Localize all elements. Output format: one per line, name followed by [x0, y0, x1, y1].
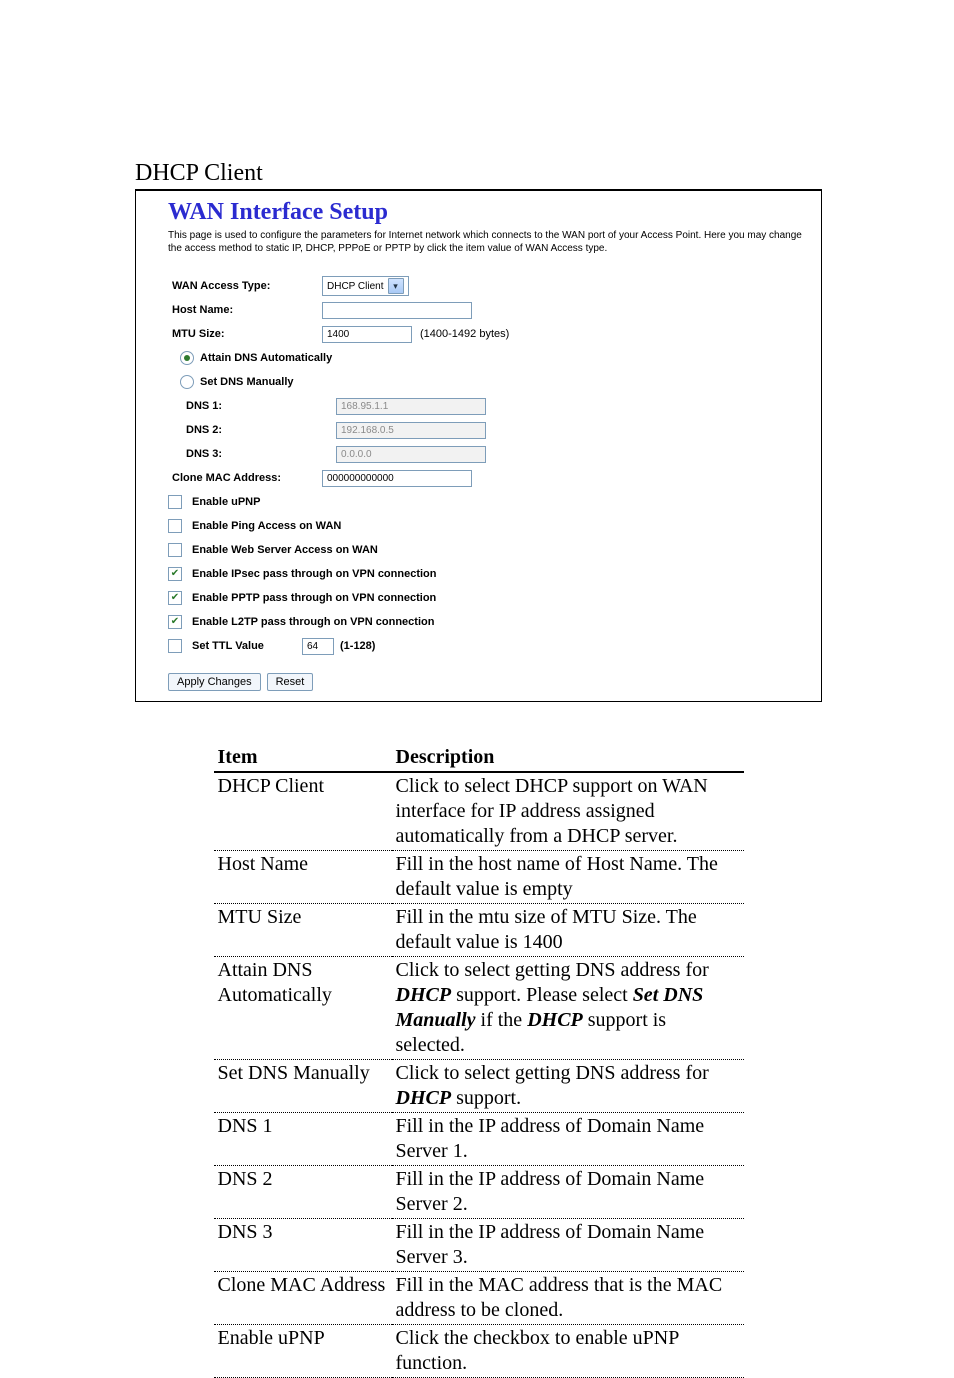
dns2-input[interactable] [336, 422, 486, 439]
row-enable-upnp: Enable uPNP [168, 491, 807, 513]
desc-cell: Fill in the MAC address that is the MAC … [392, 1272, 744, 1325]
section-title: DHCP Client [135, 160, 822, 187]
desc-cell: Click to select getting DNS address for … [392, 1060, 744, 1113]
label-host-name: Host Name: [168, 304, 322, 316]
label-enable-web: Enable Web Server Access on WAN [192, 544, 378, 556]
mtu-size-input[interactable] [322, 326, 412, 343]
item-cell: DHCP Client [214, 772, 392, 851]
desc-cell: Click to select DHCP support on WAN inte… [392, 772, 744, 851]
row-mtu-size: MTU Size: (1400-1492 bytes) [168, 323, 807, 345]
row-set-dns: Set DNS Manually [168, 371, 807, 393]
enable-upnp-checkbox[interactable] [168, 495, 182, 509]
label-dns3: DNS 3: [168, 448, 336, 460]
row-host-name: Host Name: [168, 299, 807, 321]
wan-access-type-value: DHCP Client [327, 281, 384, 292]
label-enable-l2tp: Enable L2TP pass through on VPN connecti… [192, 616, 434, 628]
row-dns1: DNS 1: [168, 395, 807, 417]
label-enable-upnp: Enable uPNP [192, 496, 260, 508]
table-row: DNS 1Fill in the IP address of Domain Na… [214, 1113, 744, 1166]
wan-access-type-select[interactable]: DHCP Client ▾ [322, 276, 409, 296]
desc-cell: Fill in the IP address of Domain Name Se… [392, 1166, 744, 1219]
panel-title: WAN Interface Setup [168, 199, 807, 226]
attain-dns-radio[interactable] [180, 351, 194, 365]
label-dns2: DNS 2: [168, 424, 336, 436]
row-enable-web: Enable Web Server Access on WAN [168, 539, 807, 561]
row-enable-pptp: ✔ Enable PPTP pass through on VPN connec… [168, 587, 807, 609]
item-cell: Set DNS Manually [214, 1060, 392, 1113]
desc-cell: Fill in the mtu size of MTU Size. The de… [392, 904, 744, 957]
row-set-ttl: Set TTL Value (1-128) [168, 635, 807, 657]
row-enable-l2tp: ✔ Enable L2TP pass through on VPN connec… [168, 611, 807, 633]
item-cell: DNS 1 [214, 1113, 392, 1166]
row-dns3: DNS 3: [168, 443, 807, 465]
row-wan-access-type: WAN Access Type: DHCP Client ▾ [168, 275, 807, 297]
apply-button[interactable]: Apply Changes [168, 673, 261, 691]
label-dns1: DNS 1: [168, 400, 336, 412]
enable-web-checkbox[interactable] [168, 543, 182, 557]
dns1-input[interactable] [336, 398, 486, 415]
table-row: MTU SizeFill in the mtu size of MTU Size… [214, 904, 744, 957]
table-row: Set DNS ManuallyClick to select getting … [214, 1060, 744, 1113]
dns3-input[interactable] [336, 446, 486, 463]
row-attain-dns: Attain DNS Automatically [168, 347, 807, 369]
header-item: Item [214, 744, 392, 772]
enable-ipsec-checkbox[interactable]: ✔ [168, 567, 182, 581]
label-attain-dns: Attain DNS Automatically [200, 352, 332, 364]
label-enable-pptp: Enable PPTP pass through on VPN connecti… [192, 592, 436, 604]
item-cell: DNS 2 [214, 1166, 392, 1219]
table-row: Enable uPNPClick the checkbox to enable … [214, 1325, 744, 1378]
header-description: Description [392, 744, 744, 772]
label-clone-mac: Clone MAC Address: [168, 472, 322, 484]
item-cell: Attain DNS Automatically [214, 957, 392, 1060]
set-dns-radio[interactable] [180, 375, 194, 389]
label-enable-ping: Enable Ping Access on WAN [192, 520, 341, 532]
desc-cell: Click the checkbox to enable uPNP functi… [392, 1325, 744, 1378]
item-cell: Enable uPNP [214, 1325, 392, 1378]
table-row: Attain DNS AutomaticallyClick to select … [214, 957, 744, 1060]
row-clone-mac: Clone MAC Address: [168, 467, 807, 489]
ttl-input[interactable] [302, 638, 334, 655]
host-name-input[interactable] [322, 302, 472, 319]
table-row: DNS 2Fill in the IP address of Domain Na… [214, 1166, 744, 1219]
label-set-ttl: Set TTL Value [192, 640, 302, 652]
enable-ping-checkbox[interactable] [168, 519, 182, 533]
table-row: Clone MAC AddressFill in the MAC address… [214, 1272, 744, 1325]
enable-pptp-checkbox[interactable]: ✔ [168, 591, 182, 605]
table-row: DHCP ClientClick to select DHCP support … [214, 772, 744, 851]
ttl-hint: (1-128) [340, 640, 375, 652]
item-cell: DNS 3 [214, 1219, 392, 1272]
desc-cell: Fill in the IP address of Domain Name Se… [392, 1219, 744, 1272]
row-enable-ping: Enable Ping Access on WAN [168, 515, 807, 537]
item-cell: MTU Size [214, 904, 392, 957]
item-cell: Clone MAC Address [214, 1272, 392, 1325]
chevron-down-icon: ▾ [388, 278, 404, 294]
desc-cell: Fill in the IP address of Domain Name Se… [392, 1113, 744, 1166]
label-set-dns: Set DNS Manually [200, 376, 294, 388]
label-wan-access-type: WAN Access Type: [168, 280, 322, 292]
table-row: Host NameFill in the host name of Host N… [214, 851, 744, 904]
enable-l2tp-checkbox[interactable]: ✔ [168, 615, 182, 629]
table-row: DNS 3Fill in the IP address of Domain Na… [214, 1219, 744, 1272]
clone-mac-input[interactable] [322, 470, 472, 487]
reset-button[interactable]: Reset [267, 673, 314, 691]
set-ttl-checkbox[interactable] [168, 639, 182, 653]
item-cell: Host Name [214, 851, 392, 904]
router-panel: WAN Interface Setup This page is used to… [135, 190, 822, 702]
label-enable-ipsec: Enable IPsec pass through on VPN connect… [192, 568, 437, 580]
label-mtu-size: MTU Size: [168, 328, 322, 340]
desc-cell: Fill in the host name of Host Name. The … [392, 851, 744, 904]
row-dns2: DNS 2: [168, 419, 807, 441]
mtu-hint: (1400-1492 bytes) [420, 328, 509, 340]
radio-dot-icon [184, 355, 190, 361]
description-table: Item Description DHCP ClientClick to sel… [214, 744, 744, 1378]
desc-cell: Click to select getting DNS address for … [392, 957, 744, 1060]
panel-intro: This page is used to configure the param… [168, 230, 807, 255]
row-enable-ipsec: ✔ Enable IPsec pass through on VPN conne… [168, 563, 807, 585]
